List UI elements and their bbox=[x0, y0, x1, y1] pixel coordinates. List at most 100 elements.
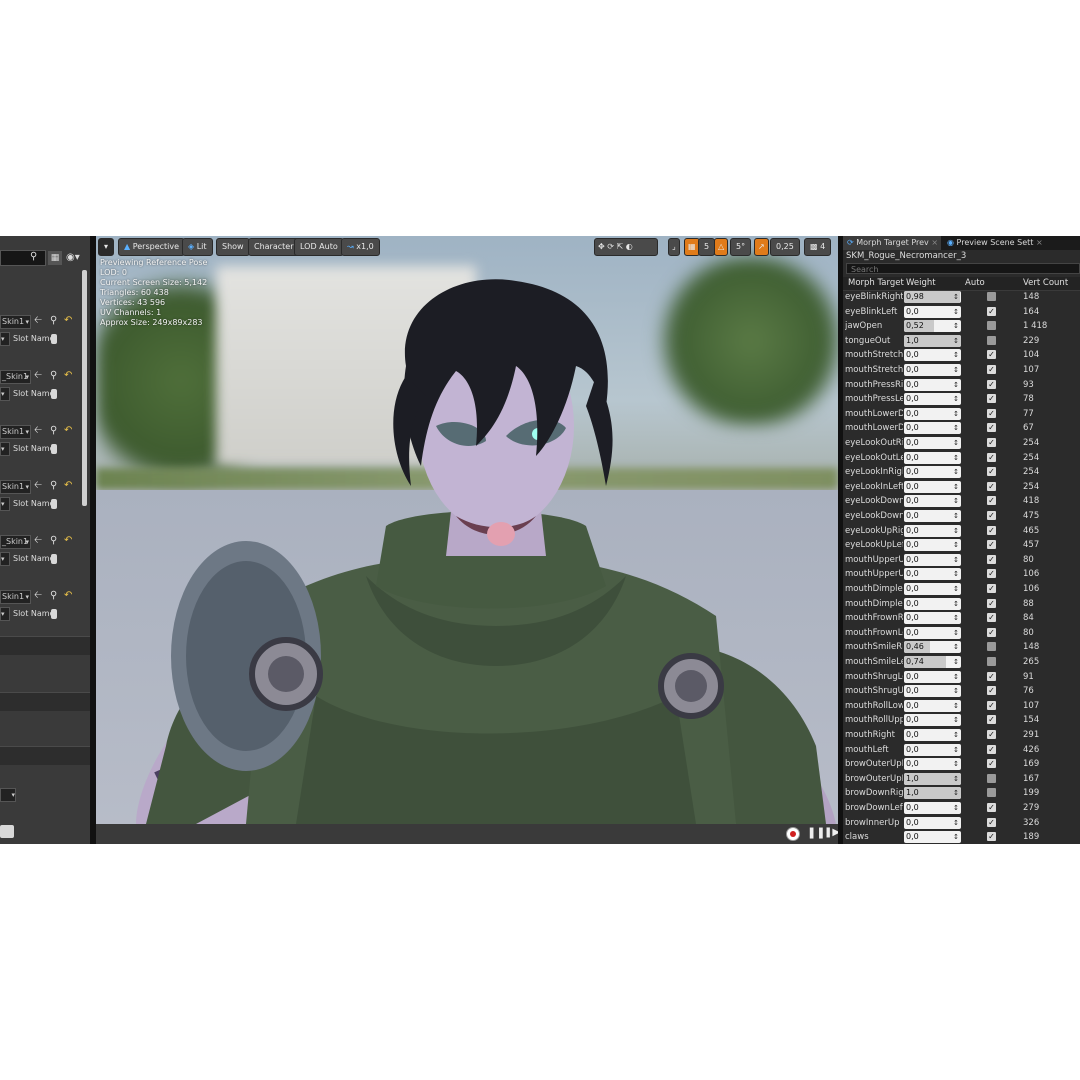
browse-icon[interactable]: ⚲ bbox=[50, 590, 57, 602]
morph-target-row[interactable]: mouthLowerDow0,0 ↕ ✓ 67 bbox=[843, 421, 1080, 436]
morph-target-row[interactable]: mouthPressRigh0,0 ↕ ✓ 93 bbox=[843, 378, 1080, 393]
auto-checkbox[interactable] bbox=[987, 788, 996, 798]
morph-target-row[interactable]: eyeLookUpRight0,0 ↕ ✓ 465 bbox=[843, 524, 1080, 539]
morph-target-row[interactable]: mouthDimpleRic0,0 ↕ ✓ 106 bbox=[843, 582, 1080, 597]
morph-target-row[interactable]: browOuterUpLef1,0 ↕ 167 bbox=[843, 772, 1080, 787]
auto-checkbox[interactable]: ✓ bbox=[987, 627, 996, 637]
reset-icon[interactable]: ↶ bbox=[64, 315, 72, 327]
auto-checkbox[interactable]: ✓ bbox=[987, 481, 996, 491]
playback-speed-button[interactable]: ↝ x1,0 bbox=[341, 238, 380, 256]
morph-target-row[interactable]: claws 0,0 ↕ ✓ 189 bbox=[843, 830, 1080, 844]
morph-target-row[interactable]: eyeLookInLeft 0,0 ↕ ✓ 254 bbox=[843, 480, 1080, 495]
mesh-dropdown[interactable]: _Skin1 ▾ bbox=[0, 535, 31, 549]
slot-name-checkbox[interactable] bbox=[51, 609, 57, 619]
lod-button[interactable]: LOD Auto bbox=[294, 238, 344, 256]
browse-icon[interactable]: ⚲ bbox=[50, 315, 57, 327]
tab-preview-scene-settings[interactable]: ◉ Preview Scene Sett × bbox=[943, 236, 1057, 250]
auto-checkbox[interactable]: ✓ bbox=[987, 438, 996, 447]
weight-slider[interactable]: 0,0 ↕ bbox=[904, 729, 961, 741]
eye-icon[interactable]: ◉▾ bbox=[66, 251, 86, 265]
rotate-icon[interactable]: ⟳ bbox=[607, 242, 614, 251]
morph-target-row[interactable]: mouthFrownRig0,0 ↕ ✓ 84 bbox=[843, 611, 1080, 626]
morph-target-row[interactable]: eyeLookInRight0,0 ↕ ✓ 254 bbox=[843, 465, 1080, 480]
morph-target-row[interactable]: eyeBlinkLeft 0,0 ↕ ✓ 164 bbox=[843, 305, 1080, 320]
chevron-down-icon[interactable]: ▾ bbox=[0, 332, 10, 346]
close-icon[interactable]: × bbox=[931, 238, 938, 247]
auto-checkbox[interactable]: ✓ bbox=[987, 671, 996, 681]
auto-checkbox[interactable]: ✓ bbox=[987, 350, 996, 360]
chevron-down-icon[interactable]: ▾ bbox=[0, 497, 10, 511]
reset-icon[interactable]: ↶ bbox=[64, 480, 72, 492]
arrow-left-icon[interactable]: 🡠 bbox=[34, 315, 42, 327]
viewport[interactable]: ▾ ▲ Perspective ◈ Lit Show Character LOD… bbox=[96, 236, 838, 824]
weight-slider[interactable]: 0,0 ↕ bbox=[904, 816, 961, 829]
weight-slider[interactable]: 0,0 ↕ bbox=[904, 758, 961, 771]
chevron-down-icon[interactable]: ▾ bbox=[0, 387, 10, 401]
weight-slider[interactable]: 0,46 ↕ bbox=[904, 641, 961, 654]
viewport-options-button[interactable]: ▾ bbox=[98, 238, 114, 256]
slot-name-checkbox[interactable] bbox=[51, 444, 57, 454]
section-header[interactable] bbox=[0, 636, 90, 655]
morph-target-row[interactable]: browDownLeft 0,0 ↕ ✓ 279 bbox=[843, 801, 1080, 816]
auto-checkbox[interactable]: ✓ bbox=[987, 394, 996, 404]
slot-name-checkbox[interactable] bbox=[51, 334, 57, 344]
browse-icon[interactable]: ⚲ bbox=[50, 425, 57, 437]
weight-slider[interactable]: 0,0 ↕ bbox=[904, 480, 961, 493]
morph-target-row[interactable]: mouthLowerDow0,0 ↕ ✓ 77 bbox=[843, 407, 1080, 422]
chevron-down-icon[interactable]: ▾ bbox=[0, 442, 10, 456]
weight-slider[interactable]: 1,0 ↕ bbox=[904, 787, 961, 800]
auto-checkbox[interactable]: ✓ bbox=[987, 467, 996, 477]
arrow-left-icon[interactable]: 🡠 bbox=[34, 425, 42, 437]
auto-checkbox[interactable] bbox=[987, 642, 996, 652]
perspective-button[interactable]: ▲ Perspective bbox=[118, 238, 186, 256]
transform-tools[interactable]: ✥ ⟳ ⇱ ◐ bbox=[594, 238, 658, 256]
weight-slider[interactable]: 0,0 ↕ bbox=[904, 378, 961, 391]
auto-checkbox[interactable] bbox=[987, 773, 996, 783]
morph-target-row[interactable]: mouthPressLeft0,0 ↕ ✓ 78 bbox=[843, 392, 1080, 407]
weight-slider[interactable]: 0,74 ↕ bbox=[904, 656, 961, 668]
auto-checkbox[interactable]: ✓ bbox=[987, 452, 996, 462]
reset-icon[interactable]: ↶ bbox=[64, 370, 72, 382]
arrow-left-icon[interactable]: 🡠 bbox=[34, 590, 42, 602]
weight-slider[interactable]: 0,0 ↕ bbox=[904, 699, 961, 712]
auto-checkbox[interactable] bbox=[987, 321, 996, 331]
weight-slider[interactable]: 0,0 ↕ bbox=[904, 364, 961, 376]
weight-slider[interactable]: 0,0 ↕ bbox=[904, 802, 961, 814]
column-auto[interactable]: Auto bbox=[965, 277, 985, 290]
weight-slider[interactable]: 0,0 ↕ bbox=[904, 451, 961, 464]
auto-checkbox[interactable] bbox=[987, 335, 996, 345]
mesh-dropdown[interactable]: _Skin1 ▾ bbox=[0, 370, 31, 384]
lit-button[interactable]: ◈ Lit bbox=[182, 238, 213, 256]
reset-icon[interactable]: ↶ bbox=[64, 535, 72, 547]
chevron-down-icon[interactable]: ▾ bbox=[0, 607, 10, 621]
auto-checkbox[interactable]: ✓ bbox=[987, 730, 996, 739]
slot-name-checkbox[interactable] bbox=[51, 499, 57, 509]
weight-slider[interactable]: 0,0 ↕ bbox=[904, 831, 961, 844]
morph-target-row[interactable]: mouthRight 0,0 ↕ ✓ 291 bbox=[843, 728, 1080, 743]
morph-target-row[interactable]: mouthShrugUpp0,0 ↕ ✓ 76 bbox=[843, 684, 1080, 699]
morph-search-input[interactable]: Search bbox=[846, 263, 1080, 274]
chevron-down-icon[interactable]: ▾ bbox=[0, 552, 10, 566]
weight-slider[interactable]: 0,0 ↕ bbox=[904, 524, 961, 537]
auto-checkbox[interactable]: ✓ bbox=[987, 408, 996, 418]
morph-target-row[interactable]: browDownRight1,0 ↕ 199 bbox=[843, 786, 1080, 801]
section-header[interactable] bbox=[0, 692, 90, 711]
auto-checkbox[interactable]: ✓ bbox=[987, 613, 996, 623]
weight-slider[interactable]: 0,0 ↕ bbox=[904, 510, 961, 522]
morph-target-row[interactable]: mouthStretchLef0,0 ↕ ✓ 107 bbox=[843, 363, 1080, 378]
weight-slider[interactable]: 0,0 ↕ bbox=[904, 305, 961, 318]
left-scrollbar[interactable] bbox=[82, 270, 87, 506]
morph-target-row[interactable]: mouthLeft 0,0 ↕ ✓ 426 bbox=[843, 743, 1080, 758]
mesh-dropdown[interactable]: Skin1 ▾ bbox=[0, 425, 31, 439]
view-options-icon[interactable]: ▦ bbox=[48, 251, 62, 265]
weight-slider[interactable]: 0,98 ↕ bbox=[904, 291, 961, 303]
move-icon[interactable]: ✥ bbox=[598, 242, 605, 251]
scale-snap-toggle[interactable]: ↗ bbox=[754, 238, 769, 256]
morph-target-row[interactable]: eyeLookDownRi0,0 ↕ ✓ 418 bbox=[843, 494, 1080, 509]
weight-slider[interactable]: 0,0 ↕ bbox=[904, 612, 961, 625]
section-header[interactable] bbox=[0, 746, 90, 765]
slot-name-checkbox[interactable] bbox=[51, 389, 57, 399]
weight-slider[interactable]: 0,0 ↕ bbox=[904, 597, 961, 610]
morph-target-row[interactable]: eyeLookDownLe0,0 ↕ ✓ 475 bbox=[843, 509, 1080, 524]
search-icon[interactable]: ⚲ bbox=[30, 252, 40, 262]
